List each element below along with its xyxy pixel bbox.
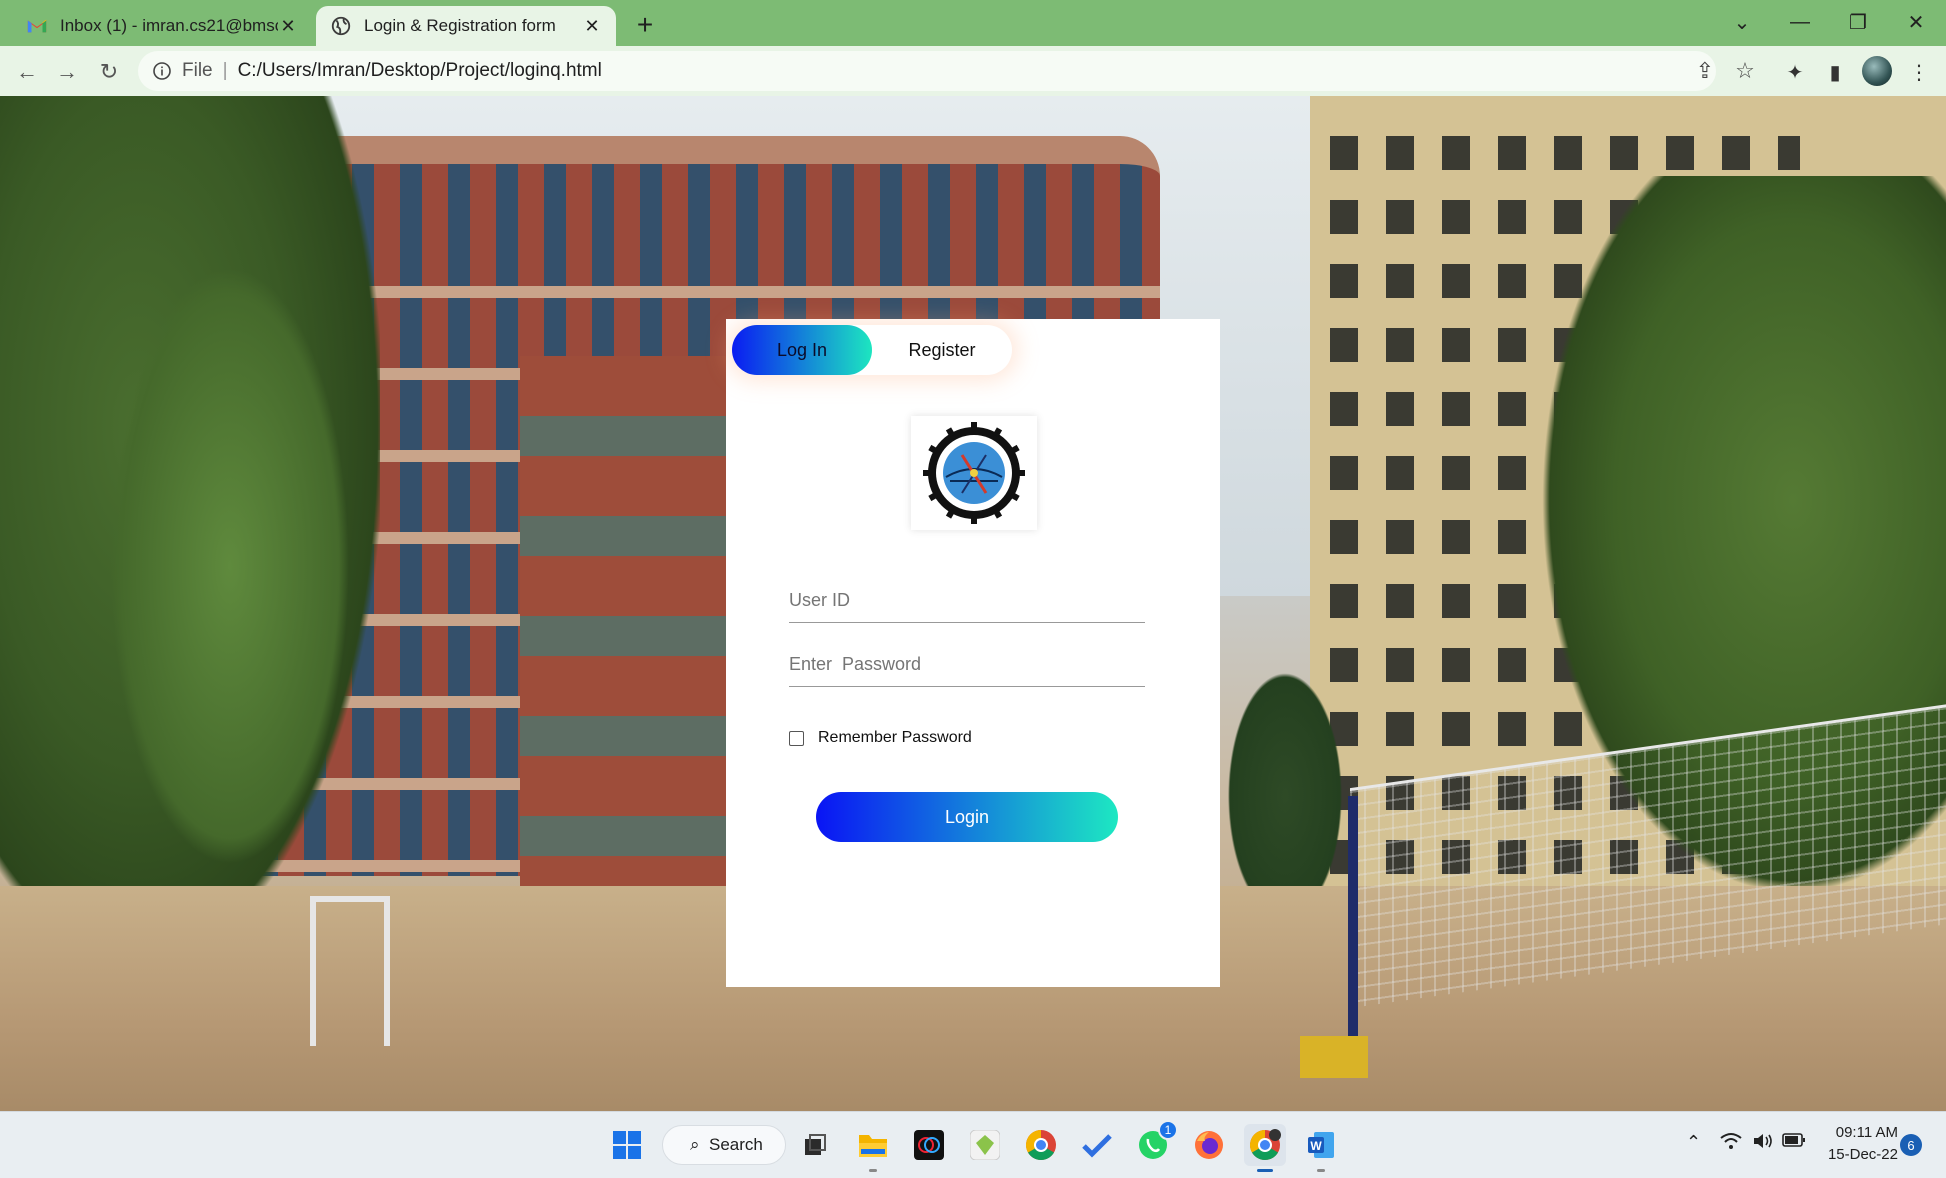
task-view-icon[interactable] [794,1124,836,1166]
side-panel-icon[interactable]: ▮ [1820,57,1850,87]
address-bar[interactable]: File | C:/Users/Imran/Desktop/Project/lo… [138,51,1716,91]
college-logo [911,416,1037,530]
new-tab-button[interactable]: + [630,9,660,40]
taskbar-search[interactable]: ⌕ Search [662,1125,786,1165]
tab-title: Inbox (1) - imran.cs21@bmsce.ac [60,16,278,35]
word-icon[interactable]: W [1300,1124,1342,1172]
chrome-icon[interactable] [1020,1124,1062,1166]
close-icon[interactable]: ✕ [278,16,298,36]
background-goal-post [310,896,390,1046]
title-bar: Inbox (1) - imran.cs21@bmsce.ac ✕ Login … [0,0,1946,46]
system-clock[interactable]: 09:11 AM 15-Dec-22 [1818,1122,1898,1166]
clock-date: 15-Dec-22 [1827,1146,1898,1163]
forward-icon[interactable]: → [50,55,84,89]
chrome-profile-icon[interactable] [1244,1124,1286,1172]
file-explorer-icon[interactable] [852,1124,894,1172]
background-net-pole [1348,796,1358,1056]
login-card: Log In Register User ID Remember Passwor… [726,319,1220,987]
whatsapp-badge: 1 [1158,1120,1178,1140]
microsoft-todo-icon[interactable] [1076,1124,1118,1166]
profile-avatar[interactable] [1862,56,1892,86]
gmail-icon [27,19,47,33]
search-icon: ⌕ [690,1135,700,1154]
back-icon[interactable]: ← [10,55,44,89]
reload-icon[interactable]: ↻ [92,55,126,89]
notification-badge[interactable]: 6 [1900,1134,1922,1156]
password-input[interactable] [789,643,1145,687]
svg-text:W: W [1310,1139,1322,1153]
tab-log-in[interactable]: Log In [732,325,872,375]
wifi-icon[interactable] [1720,1132,1742,1155]
remember-password-label: Remember Password [818,729,972,746]
tab-gmail-inbox[interactable]: Inbox (1) - imran.cs21@bmsce.ac ✕ [12,6,312,46]
tab-login-registration[interactable]: Login & Registration form ✕ [316,6,616,46]
auth-toggle: Log In Register [732,325,1012,375]
battery-icon[interactable] [1782,1132,1806,1153]
green-app-icon[interactable] [964,1124,1006,1166]
college-emblem-icon [923,422,1025,524]
tab-search-chevron-icon[interactable]: ⌄ [1722,6,1762,38]
remember-password-checkbox[interactable] [789,730,804,746]
info-icon[interactable] [152,61,172,81]
bookmark-star-icon[interactable]: ☆ [1730,56,1760,86]
windows-start-icon[interactable] [606,1124,648,1166]
minimize-button[interactable]: — [1780,6,1820,38]
globe-icon [331,16,351,36]
clock-time: 09:11 AM [1835,1124,1898,1141]
tab-title: Login & Registration form [364,16,556,35]
remember-password-option[interactable]: Remember Password [789,729,972,747]
background-tree-left-inner [90,216,370,916]
background-pole-base [1300,1036,1368,1078]
login-button[interactable]: Login [816,792,1118,842]
url-separator: | [222,60,228,81]
url-scheme: File [182,60,213,81]
volume-icon[interactable] [1752,1132,1774,1155]
browser-toolbar: ← → ↻ File | C:/Users/Imran/Desktop/Proj… [0,46,1946,96]
page-viewport: Log In Register User ID Remember Passwor… [0,96,1946,1111]
restore-button[interactable]: ❐ [1838,6,1878,38]
search-label: Search [709,1135,763,1154]
chevron-up-icon[interactable]: ⌃ [1686,1132,1701,1153]
url-text: C:/Users/Imran/Desktop/Project/loginq.ht… [237,60,602,81]
close-icon[interactable]: ✕ [582,16,602,36]
user-id-input[interactable] [789,579,1145,623]
share-icon[interactable]: ⇪ [1690,56,1720,86]
close-window-button[interactable]: ✕ [1896,6,1936,38]
taskbar: ⌕ Search 1 W ⌃ 09:11 AM 15-Dec-22 6 [0,1111,1946,1178]
tab-register[interactable]: Register [872,325,1012,375]
whatsapp-icon[interactable]: 1 [1132,1120,1178,1166]
davinci-resolve-icon[interactable] [908,1124,950,1166]
extensions-icon[interactable]: ✦ [1780,57,1810,87]
menu-kebab-icon[interactable]: ⋮ [1904,57,1934,87]
firefox-icon[interactable] [1188,1124,1230,1166]
